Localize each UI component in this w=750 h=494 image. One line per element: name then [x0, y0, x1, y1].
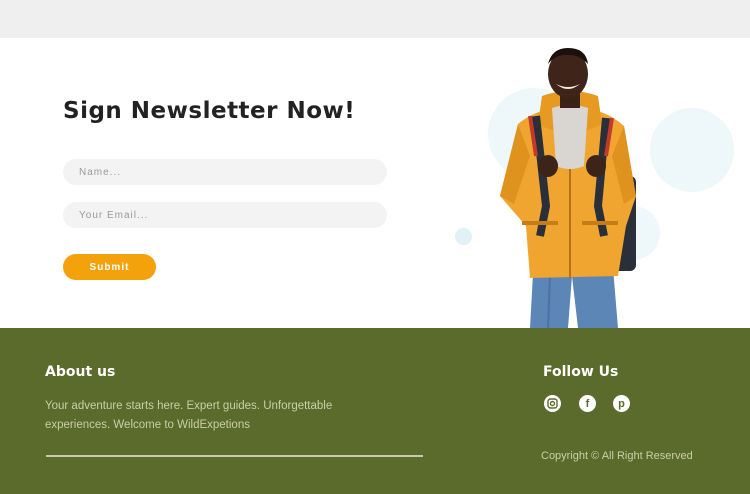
follow-us-title: Follow Us [543, 364, 619, 380]
submit-button[interactable]: Submit [63, 254, 156, 280]
decorative-circle [455, 228, 472, 245]
pinterest-icon[interactable]: p [613, 395, 630, 412]
decorative-circle [650, 108, 734, 192]
newsletter-title: Sign Newsletter Now! [63, 98, 356, 124]
newsletter-section: Sign Newsletter Now! Submit [0, 38, 750, 328]
instagram-icon[interactable] [544, 395, 561, 412]
facebook-icon[interactable]: f [579, 395, 596, 412]
about-text: Your adventure starts here. Expert guide… [45, 400, 333, 431]
about-title: About us [45, 364, 116, 380]
name-input[interactable] [63, 159, 387, 185]
footer-divider [46, 455, 423, 457]
hiker-photo [500, 48, 636, 328]
top-bar [0, 0, 750, 38]
email-input[interactable] [63, 202, 387, 228]
footer: About us Your adventure starts here. Exp… [0, 328, 750, 494]
copyright-text: Copyright © All Right Reserved [541, 450, 693, 462]
